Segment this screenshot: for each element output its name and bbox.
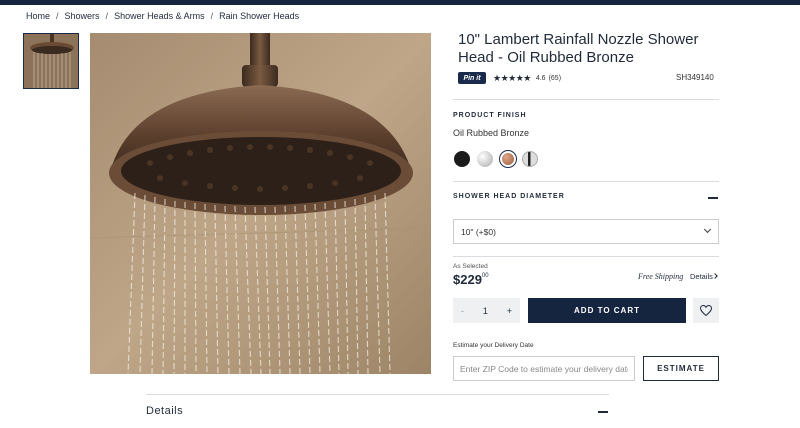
product-main-image (90, 33, 431, 374)
product-finish-label: PRODUCT FINISH (453, 112, 527, 119)
quantity-value[interactable]: 1 (483, 306, 488, 316)
quantity-increase-button[interactable]: + (507, 306, 512, 316)
collapse-minus-icon[interactable] (708, 197, 718, 199)
swatch-polished-nickel[interactable] (522, 151, 538, 167)
estimate-button[interactable]: ESTIMATE (643, 356, 719, 381)
zip-code-input[interactable] (453, 356, 635, 381)
swatch-fill (502, 153, 514, 165)
divider (453, 181, 719, 182)
collapse-minus-icon[interactable] (598, 411, 608, 413)
breadcrumb: Home / Showers / Shower Heads & Arms / R… (26, 10, 299, 22)
shipping-details-link[interactable]: Details (690, 272, 713, 281)
quantity-stepper[interactable]: - 1 + (453, 298, 520, 323)
divider (453, 256, 719, 257)
swatch-oil-rubbed-bronze[interactable] (499, 150, 517, 168)
chevron-down-icon (703, 225, 712, 234)
quantity-decrease-button[interactable]: - (461, 306, 464, 316)
diameter-select[interactable]: 10" (+$0) (453, 219, 719, 244)
diameter-selected-value: 10" (+$0) (461, 226, 496, 237)
free-shipping-label: Free Shipping (638, 272, 684, 281)
rating-stars-icon: ★★★★★ (493, 72, 531, 83)
swatch-chrome[interactable] (477, 151, 493, 167)
wishlist-button[interactable] (693, 298, 719, 323)
heart-icon (700, 305, 712, 316)
product-title: 10" Lambert Rainfall Nozzle Shower Head … (458, 31, 699, 66)
pinterest-pin-button[interactable]: Pin it (458, 72, 486, 84)
add-to-cart-button[interactable]: ADD TO CART (528, 298, 686, 323)
product-finish-value: Oil Rubbed Bronze (453, 128, 530, 138)
product-sku: SH349140 (676, 73, 714, 82)
rating-value: 4.6 (535, 74, 546, 82)
chevron-right-icon (712, 273, 718, 279)
breadcrumb-separator: / (56, 11, 59, 21)
breadcrumb-separator: / (210, 11, 214, 21)
shower-head-diameter-label: SHOWER HEAD DIAMETER (453, 193, 565, 200)
top-accent-bar (0, 0, 800, 5)
breadcrumb-home[interactable]: Home (26, 11, 50, 21)
product-rating[interactable]: ★★★★★ 4.6 (65) (493, 72, 561, 84)
review-count: (65) (548, 74, 562, 82)
as-selected-label: As Selected (453, 263, 488, 270)
breadcrumb-separator: / (105, 11, 109, 21)
details-section-heading[interactable]: Details (146, 405, 183, 417)
price-main: $229 (453, 272, 482, 287)
price-cents: 00 (481, 273, 489, 279)
swatch-matte-black[interactable] (454, 151, 470, 167)
delivery-estimate-label: Estimate your Delivery Date (453, 342, 534, 349)
divider (146, 394, 609, 395)
breadcrumb-shower-heads-arms[interactable]: Shower Heads & Arms (114, 11, 205, 21)
breadcrumb-rain-shower-heads[interactable]: Rain Shower Heads (219, 11, 299, 21)
product-thumbnail[interactable] (23, 33, 79, 89)
divider (453, 99, 719, 100)
product-price: $22900 (453, 272, 489, 287)
breadcrumb-showers[interactable]: Showers (65, 11, 100, 21)
